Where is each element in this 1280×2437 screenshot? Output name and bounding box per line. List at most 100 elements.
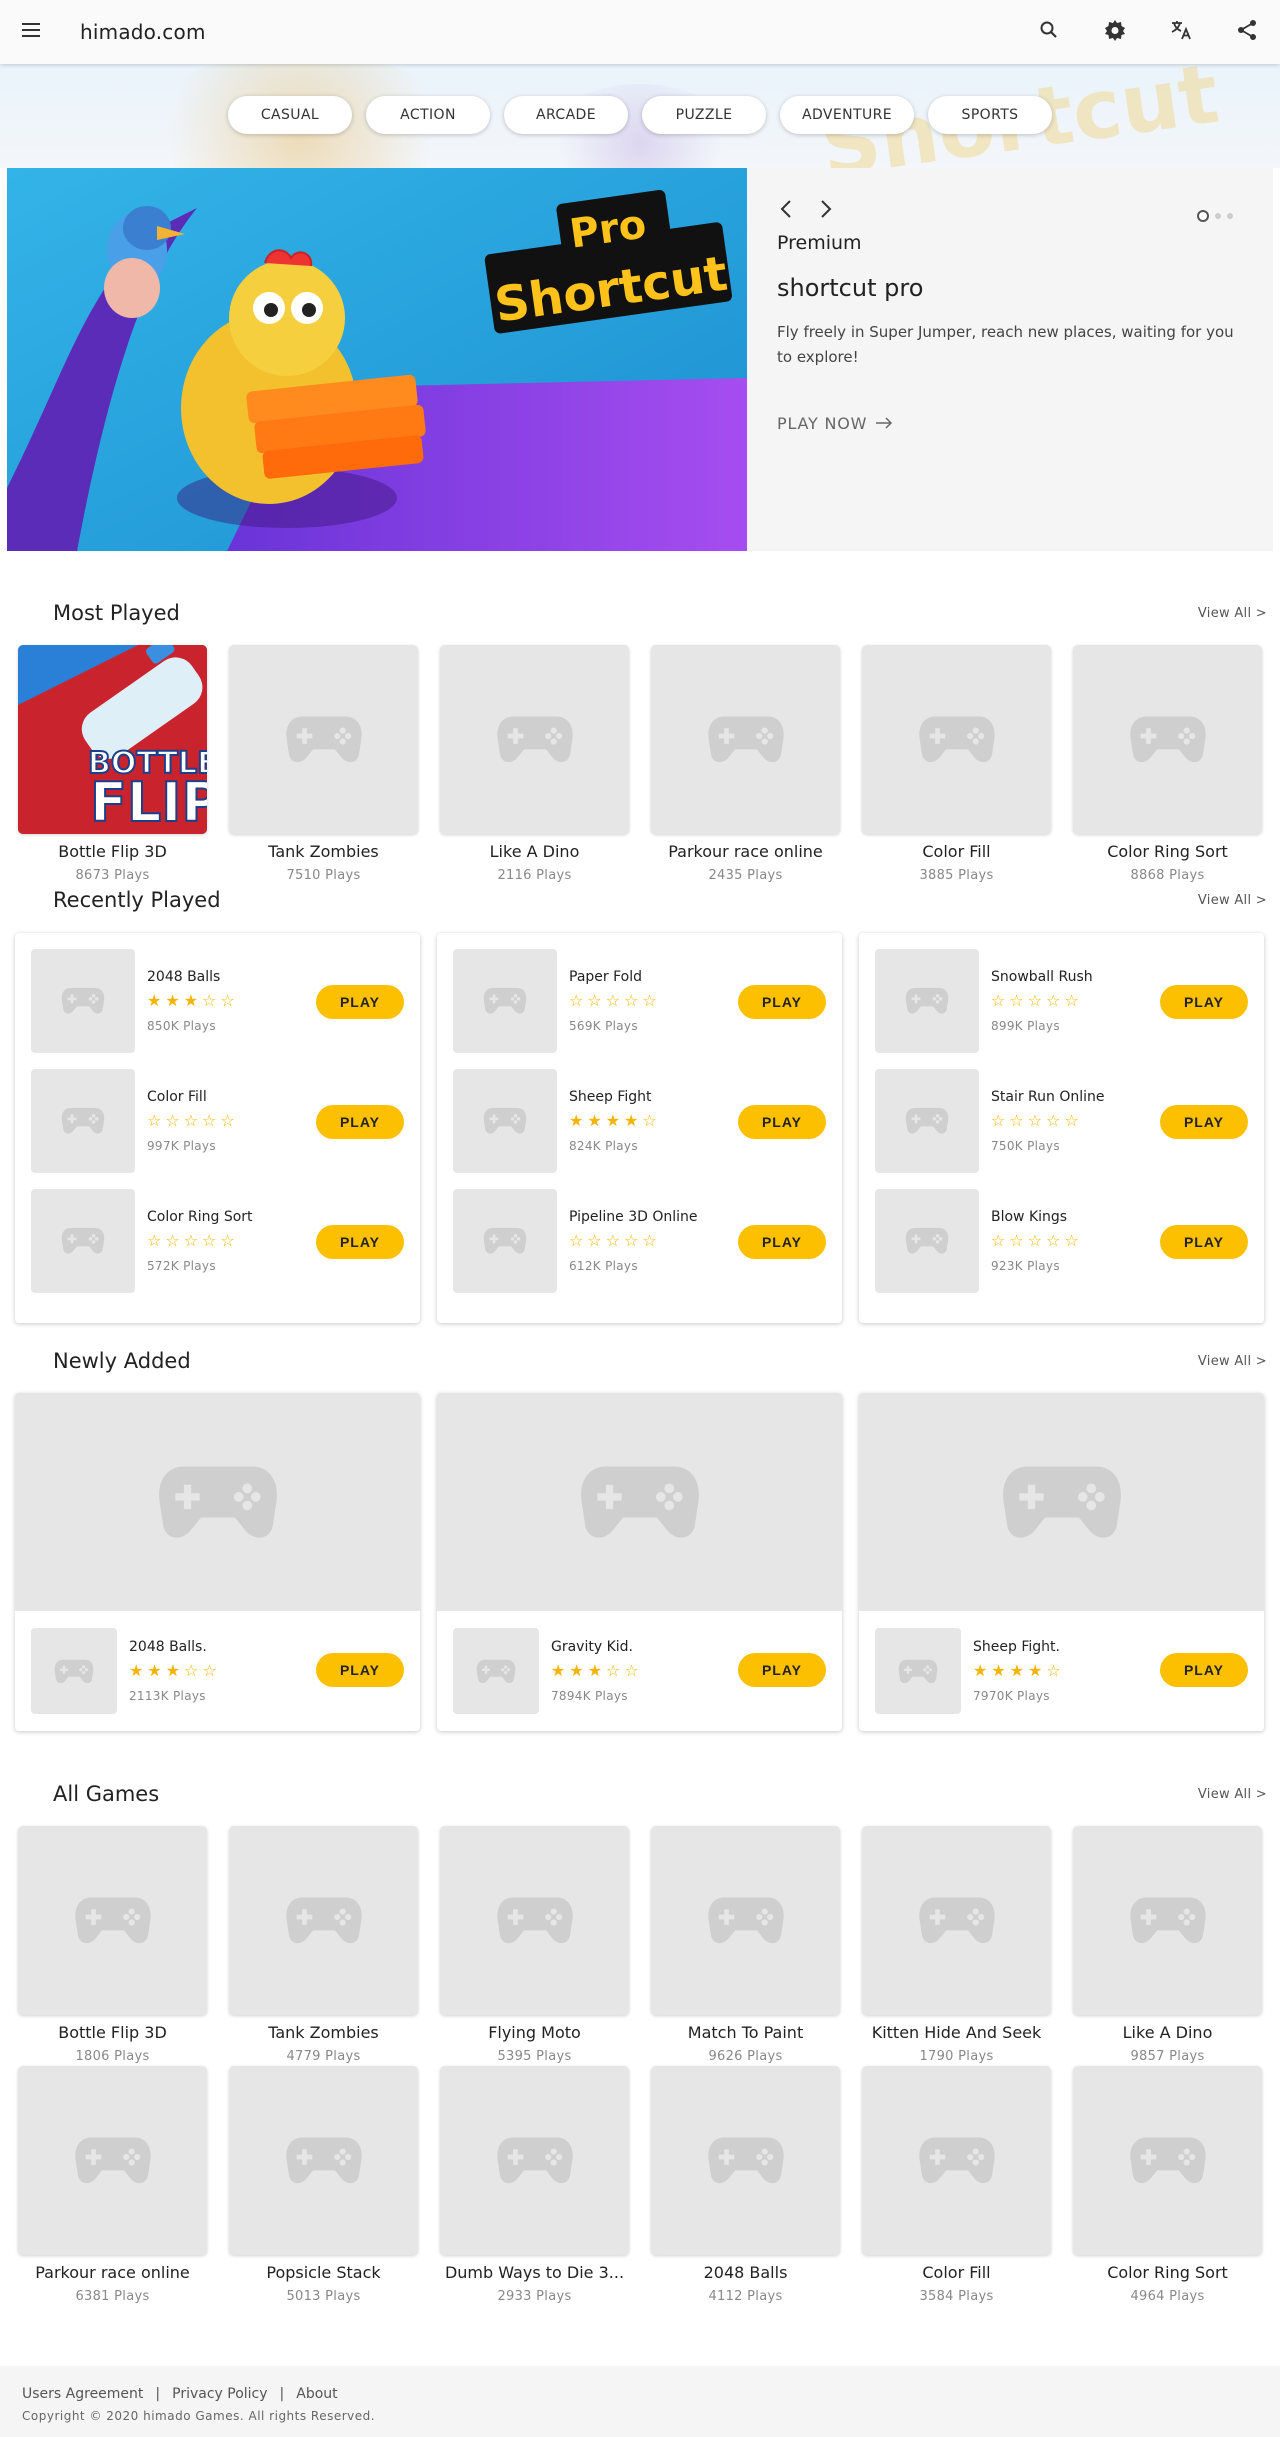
game-thumbnail[interactable]: BOTTLE FLIP: [18, 645, 207, 834]
game-banner[interactable]: [437, 1393, 842, 1611]
share-button[interactable]: [1214, 0, 1280, 64]
game-name[interactable]: 2048 Balls: [147, 969, 235, 985]
game-thumbnail[interactable]: [1073, 1826, 1262, 2015]
play-button[interactable]: PLAY: [1160, 985, 1248, 1019]
game-thumbnail[interactable]: [875, 1069, 979, 1173]
game-name[interactable]: Kitten Hide And Seek: [862, 2023, 1051, 2042]
game-thumbnail[interactable]: [453, 949, 557, 1053]
game-banner[interactable]: [15, 1393, 420, 1611]
game-thumbnail[interactable]: [31, 1189, 135, 1293]
game-tile[interactable]: Parkour race online 2435 Plays: [651, 645, 840, 883]
game-thumbnail[interactable]: [875, 1628, 961, 1714]
view-all-link[interactable]: View All >: [1198, 1354, 1267, 1369]
featured-game-image[interactable]: Pro Shortcut: [7, 168, 747, 551]
game-thumbnail[interactable]: [440, 645, 629, 834]
game-thumbnail[interactable]: [31, 1628, 117, 1714]
search-button[interactable]: [1016, 0, 1082, 64]
game-tile[interactable]: Bottle Flip 3D 1806 Plays: [18, 1826, 207, 2064]
game-thumbnail[interactable]: [31, 1069, 135, 1173]
play-button[interactable]: PLAY: [316, 1653, 404, 1687]
privacy-policy-link[interactable]: Privacy Policy: [172, 2386, 267, 2402]
game-name[interactable]: Pipeline 3D Online: [569, 1209, 698, 1225]
about-link[interactable]: About: [296, 2386, 337, 2402]
game-name[interactable]: Color Fill: [147, 1089, 235, 1105]
play-button[interactable]: PLAY: [316, 1225, 404, 1259]
game-thumbnail[interactable]: [875, 949, 979, 1053]
play-now-link[interactable]: PLAY NOW: [777, 414, 893, 433]
game-name[interactable]: 2048 Balls: [651, 2263, 840, 2282]
game-name[interactable]: Color Fill: [862, 2263, 1051, 2282]
game-name[interactable]: Bottle Flip 3D: [18, 842, 207, 861]
game-tile[interactable]: Dumb Ways to Die 3... 2933 Plays: [440, 2066, 629, 2304]
game-name[interactable]: Color Ring Sort: [1073, 2263, 1262, 2282]
carousel-dot-3[interactable]: [1227, 213, 1233, 219]
game-thumbnail[interactable]: [862, 2066, 1051, 2255]
new-game-card[interactable]: Sheep Fight. ★ ★ ★ ★ ☆ 7970K Plays PLAY: [859, 1393, 1264, 1731]
play-button[interactable]: PLAY: [316, 1105, 404, 1139]
language-button[interactable]: [1148, 0, 1214, 64]
game-thumbnail[interactable]: [229, 1826, 418, 2015]
users-agreement-link[interactable]: Users Agreement: [22, 2386, 143, 2402]
play-button[interactable]: PLAY: [316, 985, 404, 1019]
category-chip-casual[interactable]: CASUAL: [228, 96, 352, 134]
game-thumbnail[interactable]: [453, 1628, 539, 1714]
new-game-card[interactable]: 2048 Balls. ★ ★ ★ ☆ ☆ 2113K Plays PLAY: [15, 1393, 420, 1731]
game-name[interactable]: Sheep Fight.: [973, 1639, 1061, 1655]
game-banner[interactable]: [859, 1393, 1264, 1611]
game-name[interactable]: Dumb Ways to Die 3...: [440, 2263, 629, 2282]
game-thumbnail[interactable]: [875, 1189, 979, 1293]
game-tile[interactable]: Color Fill 3584 Plays: [862, 2066, 1051, 2304]
game-tile[interactable]: Color Ring Sort 8868 Plays: [1073, 645, 1262, 883]
settings-button[interactable]: [1082, 0, 1148, 64]
game-thumbnail[interactable]: [229, 645, 418, 834]
game-thumbnail[interactable]: [453, 1069, 557, 1173]
game-name[interactable]: Snowball Rush: [991, 969, 1093, 985]
game-tile[interactable]: Tank Zombies 4779 Plays: [229, 1826, 418, 2064]
game-name[interactable]: 2048 Balls.: [129, 1639, 217, 1655]
category-chip-action[interactable]: ACTION: [366, 96, 490, 134]
play-button[interactable]: PLAY: [738, 1225, 826, 1259]
game-tile[interactable]: Match To Paint 9626 Plays: [651, 1826, 840, 2064]
game-thumbnail[interactable]: [18, 1826, 207, 2015]
game-tile[interactable]: BOTTLE FLIP Bottle Flip 3D 8673 Plays: [18, 645, 207, 883]
category-chip-puzzle[interactable]: PUZZLE: [642, 96, 766, 134]
game-thumbnail[interactable]: [18, 2066, 207, 2255]
game-tile[interactable]: Flying Moto 5395 Plays: [440, 1826, 629, 2064]
game-name[interactable]: Color Fill: [862, 842, 1051, 861]
game-name[interactable]: Like A Dino: [440, 842, 629, 861]
game-name[interactable]: Color Ring Sort: [147, 1209, 253, 1225]
game-name[interactable]: Parkour race online: [18, 2263, 207, 2282]
game-tile[interactable]: 2048 Balls 4112 Plays: [651, 2066, 840, 2304]
game-thumbnail[interactable]: [440, 2066, 629, 2255]
play-button[interactable]: PLAY: [738, 985, 826, 1019]
chevron-right-icon[interactable]: [817, 198, 835, 220]
category-chip-arcade[interactable]: ARCADE: [504, 96, 628, 134]
game-thumbnail[interactable]: [229, 2066, 418, 2255]
game-thumbnail[interactable]: [453, 1189, 557, 1293]
play-button[interactable]: PLAY: [738, 1653, 826, 1687]
play-button[interactable]: PLAY: [1160, 1653, 1248, 1687]
game-name[interactable]: Sheep Fight: [569, 1089, 657, 1105]
game-thumbnail[interactable]: [31, 949, 135, 1053]
game-name[interactable]: Tank Zombies: [229, 842, 418, 861]
game-name[interactable]: Parkour race online: [651, 842, 840, 861]
play-button[interactable]: PLAY: [738, 1105, 826, 1139]
game-tile[interactable]: Popsicle Stack 5013 Plays: [229, 2066, 418, 2304]
game-tile[interactable]: Like A Dino 9857 Plays: [1073, 1826, 1262, 2064]
play-button[interactable]: PLAY: [1160, 1105, 1248, 1139]
carousel-dot-1[interactable]: [1197, 210, 1209, 222]
game-tile[interactable]: Parkour race online 6381 Plays: [18, 2066, 207, 2304]
game-name[interactable]: Flying Moto: [440, 2023, 629, 2042]
carousel-dot-2[interactable]: [1215, 213, 1221, 219]
game-name[interactable]: Tank Zombies: [229, 2023, 418, 2042]
game-thumbnail[interactable]: [651, 1826, 840, 2015]
game-tile[interactable]: Like A Dino 2116 Plays: [440, 645, 629, 883]
game-thumbnail[interactable]: [651, 645, 840, 834]
chevron-left-icon[interactable]: [777, 198, 795, 220]
new-game-card[interactable]: Gravity Kid. ★ ★ ★ ☆ ☆ 7894K Plays PLAY: [437, 1393, 842, 1731]
game-thumbnail[interactable]: [1073, 2066, 1262, 2255]
game-tile[interactable]: Color Fill 3885 Plays: [862, 645, 1051, 883]
game-tile[interactable]: Kitten Hide And Seek 1790 Plays: [862, 1826, 1051, 2064]
game-name[interactable]: Blow Kings: [991, 1209, 1079, 1225]
view-all-link[interactable]: View All >: [1198, 1787, 1267, 1802]
